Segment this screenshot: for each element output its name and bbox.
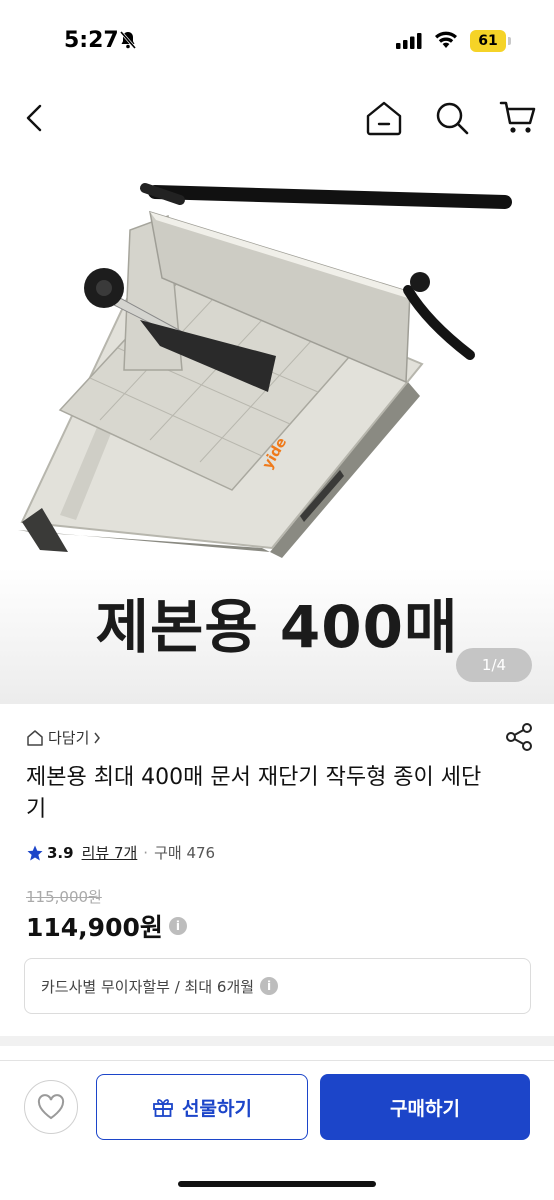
top-nav: [0, 88, 554, 148]
original-price: 115,000원: [26, 888, 102, 906]
sale-price: 114,900원: [26, 913, 163, 942]
home-button[interactable]: [362, 96, 406, 140]
star-icon: [27, 845, 43, 860]
share-button[interactable]: [504, 722, 534, 752]
rating-value: 3.9: [47, 843, 74, 862]
battery-indicator: 61: [470, 30, 506, 52]
home-icon: [366, 101, 402, 136]
product-image[interactable]: yide 제본용 400매 1/4: [0, 160, 554, 704]
like-button[interactable]: [24, 1080, 78, 1134]
gift-label: 선물하기: [182, 1097, 252, 1120]
sale-price-row: 114,900원 i: [26, 908, 187, 944]
product-title: 제본용 최대 400매 문서 재단기 작두형 종이 세단기: [26, 765, 482, 822]
purchase-count: 구매 476: [154, 844, 216, 862]
review-link[interactable]: 리뷰 7개: [82, 842, 138, 863]
signal-icon: [396, 33, 422, 53]
gift-button[interactable]: 선물하기: [96, 1074, 308, 1140]
save-label: 다담기: [48, 729, 90, 747]
share-icon: [506, 723, 532, 751]
paper-cutter-illustration: yide: [18, 183, 512, 558]
home-indicator: [178, 1181, 376, 1187]
save-home-icon: [27, 729, 43, 746]
cart-icon: [499, 101, 536, 133]
status-bar: 5:27 61: [0, 0, 554, 80]
image-page-indicator: 1/4: [456, 648, 532, 682]
search-icon: [436, 102, 469, 135]
back-icon: [26, 104, 42, 132]
status-time: 5:27: [64, 28, 119, 53]
gift-icon: [153, 1099, 173, 1117]
cart-button[interactable]: [496, 96, 540, 140]
bell-slash-icon: [118, 30, 138, 54]
chevron-right-icon: [94, 732, 101, 743]
rating-row: 3.9 리뷰 7개 · 구매 476: [26, 842, 215, 863]
wifi-icon: [434, 31, 458, 53]
section-divider: [0, 1036, 554, 1046]
back-button[interactable]: [12, 96, 56, 140]
separator-dot: ·: [143, 843, 149, 862]
installment-info-icon[interactable]: i: [260, 977, 279, 995]
search-button[interactable]: [430, 96, 474, 140]
save-button[interactable]: 다담기: [26, 727, 101, 748]
battery-cap: [508, 37, 511, 45]
info-icon[interactable]: i: [168, 917, 187, 935]
heart-icon: [37, 1094, 65, 1120]
installment-text: 카드사별 무이자할부 / 최대 6개월: [41, 977, 255, 996]
buy-label: 구매하기: [390, 1097, 460, 1120]
installment-box[interactable]: 카드사별 무이자할부 / 최대 6개월 i: [24, 958, 531, 1014]
buy-button[interactable]: 구매하기: [320, 1074, 530, 1140]
